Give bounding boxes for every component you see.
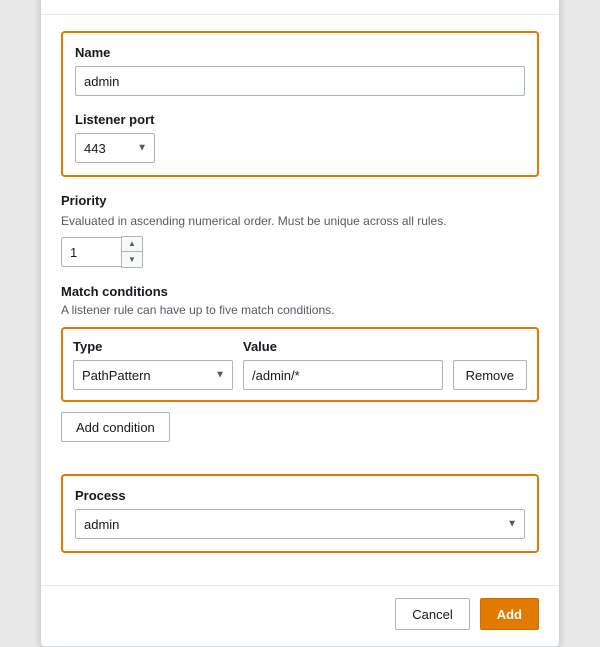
name-section: Name [75, 45, 525, 96]
priority-label: Priority [61, 193, 539, 208]
priority-description: Evaluated in ascending numerical order. … [61, 214, 539, 228]
priority-section: Priority Evaluated in ascending numerica… [61, 193, 539, 268]
listener-port-wrapper: 443 80 8080 ▼ [75, 133, 155, 163]
priority-increment-button[interactable]: ▲ [122, 237, 142, 252]
listener-rule-dialog: Listener rule × Name Listener port 443 [40, 0, 560, 647]
type-select-wrapper: PathPattern Host Header Method QueryStri… [73, 360, 233, 390]
match-conditions-title: Match conditions [61, 284, 539, 299]
condition-value-col: Value [243, 339, 443, 390]
dialog-footer: Cancel Add [41, 585, 559, 646]
condition-value-input[interactable] [243, 360, 443, 390]
name-listener-box: Name Listener port 443 80 8080 ▼ [61, 31, 539, 177]
condition-type-select[interactable]: PathPattern Host Header Method QueryStri… [73, 360, 233, 390]
process-section: Process admin default api ▼ [61, 474, 539, 553]
process-select[interactable]: admin default api [75, 509, 525, 539]
process-select-wrapper: admin default api ▼ [75, 509, 525, 539]
listener-port-select[interactable]: 443 80 8080 [75, 133, 155, 163]
remove-condition-button[interactable]: Remove [453, 360, 527, 390]
match-conditions-description: A listener rule can have up to five matc… [61, 303, 539, 317]
add-button[interactable]: Add [480, 598, 539, 630]
match-conditions-section: Match conditions A listener rule can hav… [61, 284, 539, 458]
listener-port-section: Listener port 443 80 8080 ▼ [75, 112, 525, 163]
listener-port-label: Listener port [75, 112, 525, 127]
process-label: Process [75, 488, 525, 503]
cancel-button[interactable]: Cancel [395, 598, 469, 630]
condition-row-box: Type PathPattern Host Header Method Quer… [61, 327, 539, 402]
dialog-overlay: Listener rule × Name Listener port 443 [0, 0, 600, 608]
priority-input-wrapper: ▲ ▼ [61, 236, 539, 268]
dialog-header: Listener rule × [41, 0, 559, 15]
dialog-body: Name Listener port 443 80 8080 ▼ [41, 15, 559, 585]
value-column-label: Value [243, 339, 443, 354]
name-input[interactable] [75, 66, 525, 96]
name-label: Name [75, 45, 525, 60]
type-column-label: Type [73, 339, 233, 354]
priority-decrement-button[interactable]: ▼ [122, 252, 142, 267]
condition-row: Type PathPattern Host Header Method Quer… [73, 339, 527, 390]
priority-input[interactable] [61, 237, 121, 267]
condition-type-col: Type PathPattern Host Header Method Quer… [73, 339, 233, 390]
priority-spinner: ▲ ▼ [121, 236, 143, 268]
add-condition-button[interactable]: Add condition [61, 412, 170, 442]
